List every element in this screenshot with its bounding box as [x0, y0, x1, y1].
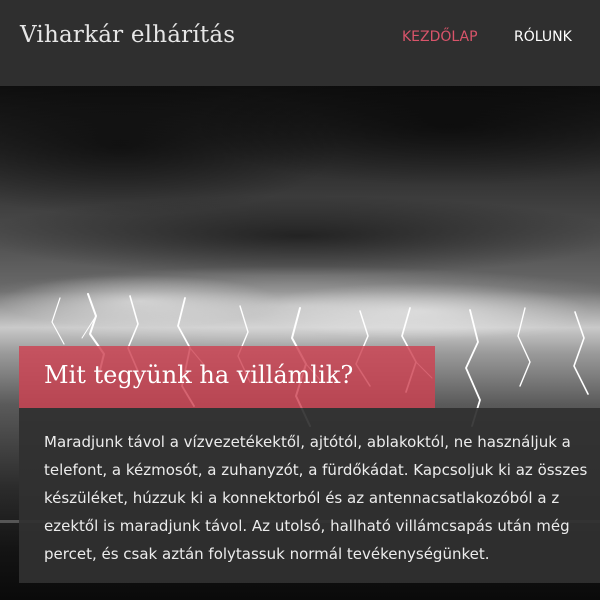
nav-link-about[interactable]: RÓLUNK: [514, 29, 572, 45]
article-body-line: percet, és csak aztán folytassuk normál …: [44, 545, 490, 563]
page: Viharkár elhárítás KEZDŐLAP RÓLUNK Mit t…: [0, 0, 600, 600]
article-body-box: Maradjunk távol a vízvezetékektől, ajtót…: [19, 408, 600, 583]
article-body-line: Maradjunk távol a vízvezetékektől, ajtót…: [44, 433, 571, 451]
article-body-line: készüléket, húzzuk ki a konnektorból és …: [44, 489, 560, 507]
article-title: Mit tegyünk ha villámlik?: [44, 361, 354, 389]
article-body-line: ezektől is maradjunk távol. Az utolsó, h…: [44, 517, 570, 535]
nav-link-home[interactable]: KEZDŐLAP: [402, 29, 478, 45]
site-title[interactable]: Viharkár elhárítás: [20, 22, 235, 48]
article-body: Maradjunk távol a vízvezetékektől, ajtót…: [44, 428, 600, 568]
site-header: Viharkár elhárítás KEZDŐLAP RÓLUNK: [0, 0, 600, 86]
article-body-line: telefont, a kézmosót, a zuhanyzót, a für…: [44, 461, 588, 479]
article-title-box: Mit tegyünk ha villámlik?: [19, 346, 435, 408]
